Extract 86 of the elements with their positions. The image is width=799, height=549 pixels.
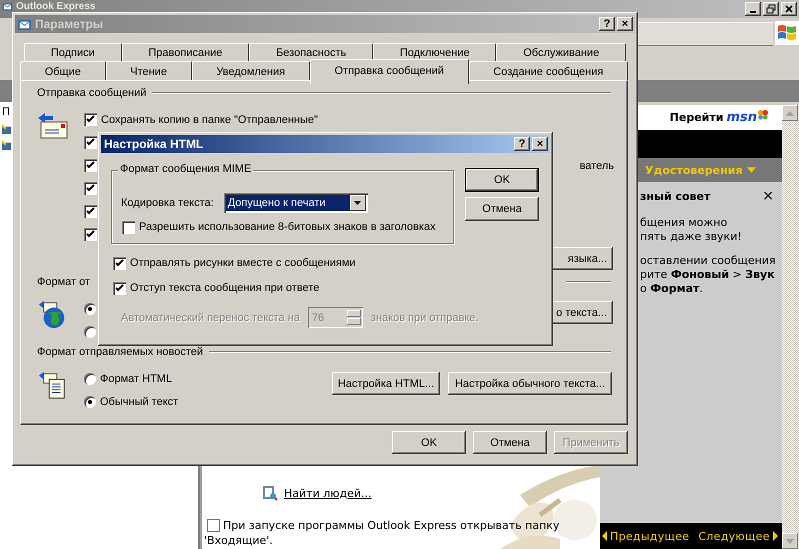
checkbox[interactable] xyxy=(113,282,126,294)
radio-button[interactable] xyxy=(84,303,96,315)
tab[interactable]: Обслуживание xyxy=(496,43,626,62)
tab[interactable]: Чтение xyxy=(106,61,192,81)
tip-text: рите Фоновый > Звук xyxy=(640,268,775,282)
left-arrow-icon xyxy=(602,531,607,541)
tip-heading: зный совет xyxy=(640,190,710,202)
caret-icon xyxy=(746,167,756,173)
up-arrow-icon xyxy=(786,110,794,116)
cancel-button[interactable]: Отмена xyxy=(473,431,547,454)
dialog-title: Настройка HTML xyxy=(104,137,204,151)
dialog-title: Параметры xyxy=(35,17,104,31)
ok-button[interactable]: OK xyxy=(392,431,466,454)
tab[interactable]: Общие xyxy=(20,61,106,81)
checkbox-label: Отправлять рисунки вместе с сообщениями xyxy=(130,257,356,269)
next-link[interactable]: Следующее xyxy=(698,530,770,542)
butterfly-icon xyxy=(757,109,768,120)
checkbox[interactable] xyxy=(84,182,97,195)
checkbox-label: 'Входящие'. xyxy=(204,533,273,548)
minimize-icon xyxy=(750,11,756,13)
scrollbar[interactable] xyxy=(782,105,799,549)
minimize-button[interactable] xyxy=(745,2,761,16)
encoding-dropdown[interactable]: Допущено к печати xyxy=(224,193,368,213)
tab[interactable]: Уведомления xyxy=(192,61,310,81)
close-icon xyxy=(784,4,794,14)
checkbox-label: Сохранять копию в папке "Отправленные" xyxy=(101,114,318,126)
folder-icon xyxy=(1,124,12,135)
checkbox[interactable] xyxy=(84,113,97,126)
checkbox-label: ватель xyxy=(580,160,614,172)
group-title: Формат отправляемых новостей xyxy=(37,346,204,358)
restore-icon xyxy=(766,4,776,14)
wrap-label: знаков при отправке. xyxy=(370,312,478,324)
cancel-button[interactable]: Отмена xyxy=(465,197,539,221)
scroll-up-button[interactable] xyxy=(782,105,798,121)
checkbox[interactable] xyxy=(84,205,97,218)
help-button[interactable]: ? xyxy=(514,137,530,151)
checkbox[interactable] xyxy=(84,136,97,149)
right-arrow-icon xyxy=(772,531,778,541)
wrap-label: Автоматический перенос текста на xyxy=(121,312,300,324)
checkbox[interactable] xyxy=(84,228,97,241)
mail-icon xyxy=(2,1,13,12)
close-button[interactable]: × xyxy=(762,188,774,204)
group-title: Формат от xyxy=(37,276,90,288)
tab[interactable]: Подписи xyxy=(24,43,122,62)
previous-link[interactable]: Предыдущее xyxy=(610,530,690,542)
scroll-down-button[interactable] xyxy=(782,533,798,549)
send-mail-icon xyxy=(37,111,69,141)
field-label: Кодировка текста: xyxy=(121,197,214,209)
tab[interactable]: Безопасность xyxy=(249,43,374,62)
folder-icon xyxy=(1,140,12,151)
folder-label[interactable]: П xyxy=(2,106,10,118)
checkbox-label: Разрешить использование 8-битовых знаков в заголовках xyxy=(139,221,436,233)
radio-button[interactable] xyxy=(84,373,96,385)
radio-button[interactable] xyxy=(84,326,96,338)
radio-label: Формат HTML xyxy=(100,373,172,385)
tip-text: оставлении сообщения xyxy=(640,254,776,268)
caret-icon xyxy=(354,201,362,205)
down-arrow-icon xyxy=(786,538,794,544)
msn-link[interactable]: Перейти xyxy=(670,111,724,124)
html-settings-button[interactable]: Настройка HTML... xyxy=(332,372,440,395)
tip-text: бщения можно xyxy=(640,216,728,230)
restore-button[interactable] xyxy=(763,2,779,16)
checkbox[interactable] xyxy=(84,159,97,172)
plain-text-settings-button[interactable]: Настройка обычного текста... xyxy=(448,372,612,395)
tip-text: о Формат. xyxy=(640,282,703,296)
checkbox-label: Отступ текста сообщения при ответе xyxy=(130,282,320,294)
group-title: Отправка сообщений xyxy=(37,87,146,99)
tip-text: пять даже звуки! xyxy=(640,230,742,244)
tab[interactable]: Создание сообщения xyxy=(468,61,628,81)
flag-logo-icon xyxy=(775,21,799,45)
tab[interactable]: Правописание xyxy=(122,43,250,62)
close-button[interactable]: × xyxy=(532,137,548,151)
radio-button[interactable] xyxy=(84,396,96,408)
checkbox[interactable] xyxy=(122,220,135,234)
msn-logo: msn xyxy=(726,110,757,125)
tab[interactable]: Отправка сообщений xyxy=(310,59,469,84)
checkbox[interactable] xyxy=(113,256,126,270)
checkbox[interactable] xyxy=(207,519,220,532)
checkbox-label: При запуске программы Outlook Express открывать папку xyxy=(223,518,560,533)
close-button[interactable] xyxy=(781,2,797,16)
ok-button[interactable]: OK xyxy=(465,168,539,192)
radio-label: Обычный текст xyxy=(100,396,178,408)
address-book-icon xyxy=(262,485,278,501)
find-people-link[interactable]: Найти людей... xyxy=(284,486,372,500)
group-title: Формат сообщения MIME xyxy=(118,163,254,175)
window-title: Outlook Express xyxy=(16,2,96,12)
